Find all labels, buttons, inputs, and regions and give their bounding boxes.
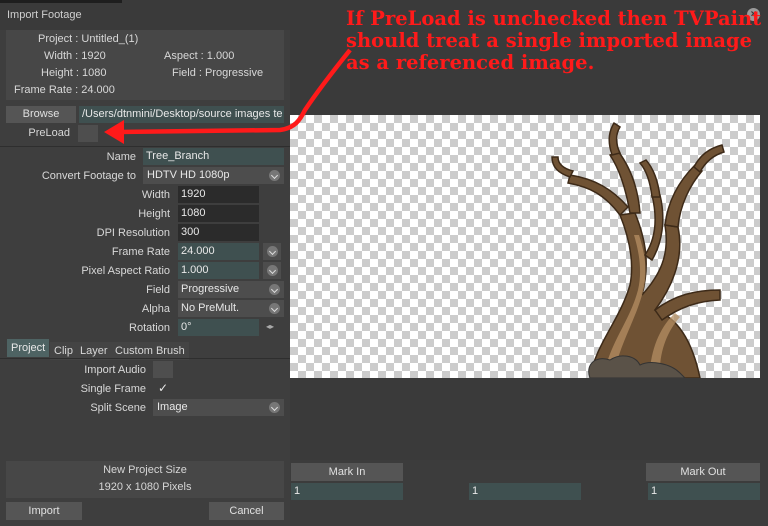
rotation-stepper-icon[interactable]: ◂▸ bbox=[266, 322, 274, 331]
cancel-button[interactable]: Cancel bbox=[209, 502, 284, 520]
alpha-dropdown[interactable]: No PreMult. bbox=[178, 300, 284, 317]
chevron-down-icon bbox=[269, 402, 280, 413]
split-scene-label: Split Scene bbox=[90, 402, 146, 414]
annotation-arrow bbox=[104, 48, 352, 144]
frame-rate-dropdown-button[interactable] bbox=[263, 243, 281, 260]
rotation-label: Rotation bbox=[129, 322, 170, 334]
browse-button[interactable]: Browse bbox=[6, 106, 76, 123]
project-height: Height : 1080 bbox=[41, 67, 107, 79]
new-project-size-value: 1920 x 1080 Pixels bbox=[98, 481, 192, 493]
new-project-size-title: New Project Size bbox=[103, 464, 187, 476]
pixel-aspect-dropdown-button[interactable] bbox=[263, 262, 281, 279]
preload-label: PreLoad bbox=[28, 127, 70, 139]
height-field[interactable]: 1080 bbox=[178, 205, 259, 222]
field-dropdown[interactable]: Progressive bbox=[178, 281, 284, 298]
preload-checkbox[interactable] bbox=[78, 125, 98, 142]
convert-dropdown[interactable]: HDTV HD 1080p bbox=[143, 167, 284, 184]
alpha-label: Alpha bbox=[141, 303, 170, 315]
field-value: Progressive bbox=[181, 283, 240, 295]
frame-rate-field[interactable]: 24.000 bbox=[178, 243, 259, 260]
name-field[interactable]: Tree_Branch bbox=[143, 148, 284, 165]
new-project-size-box: New Project Size 1920 x 1080 Pixels bbox=[6, 461, 284, 498]
convert-label: Convert Footage to bbox=[41, 170, 136, 182]
chevron-down-icon bbox=[269, 284, 280, 295]
mark-in-button[interactable]: Mark In bbox=[291, 463, 403, 481]
import-audio-label: Import Audio bbox=[84, 364, 146, 376]
window-title: Import Footage bbox=[7, 9, 82, 21]
dpi-label: DPI Resolution bbox=[96, 227, 170, 239]
width-field[interactable]: 1920 bbox=[178, 186, 259, 203]
current-frame-field[interactable]: 1 bbox=[469, 483, 581, 500]
annotation-text: If PreLoad is unchecked then TVPaint sho… bbox=[346, 7, 762, 74]
convert-value: HDTV HD 1080p bbox=[147, 169, 230, 181]
mark-out-field[interactable]: 1 bbox=[648, 483, 760, 500]
split-scene-value: Image bbox=[157, 401, 188, 413]
arrow-head-icon bbox=[104, 120, 124, 144]
height-label: Height bbox=[138, 208, 170, 220]
chevron-down-icon bbox=[269, 170, 280, 181]
frame-rate-label: Frame Rate bbox=[111, 246, 170, 258]
rotation-field[interactable]: 0° bbox=[178, 319, 259, 336]
pixel-aspect-label: Pixel Aspect Ratio bbox=[81, 265, 170, 277]
name-label: Name bbox=[106, 151, 136, 163]
alpha-value: No PreMult. bbox=[181, 302, 240, 314]
pixel-aspect-field[interactable]: 1.000 bbox=[178, 262, 259, 279]
mark-out-button[interactable]: Mark Out bbox=[646, 463, 760, 481]
tree-branch-image bbox=[551, 121, 725, 378]
tabs-separator bbox=[0, 358, 290, 359]
chevron-down-icon bbox=[267, 265, 278, 276]
dpi-field[interactable]: 300 bbox=[178, 224, 259, 241]
preview-canvas bbox=[290, 115, 760, 378]
tab-project[interactable]: Project bbox=[7, 339, 50, 357]
mark-in-field[interactable]: 1 bbox=[291, 483, 403, 500]
import-audio-checkbox[interactable] bbox=[153, 361, 173, 378]
top-stripe bbox=[0, 0, 122, 3]
import-button[interactable]: Import bbox=[6, 502, 82, 520]
project-width: Width : 1920 bbox=[44, 50, 106, 62]
chevron-down-icon bbox=[267, 246, 278, 257]
field-label: Field bbox=[146, 284, 170, 296]
width-label: Width bbox=[141, 189, 170, 201]
single-frame-checkbox[interactable]: ✓ bbox=[153, 380, 173, 397]
chevron-down-icon bbox=[269, 303, 280, 314]
single-frame-label: Single Frame bbox=[80, 383, 146, 395]
split-scene-dropdown[interactable]: Image bbox=[153, 399, 284, 416]
